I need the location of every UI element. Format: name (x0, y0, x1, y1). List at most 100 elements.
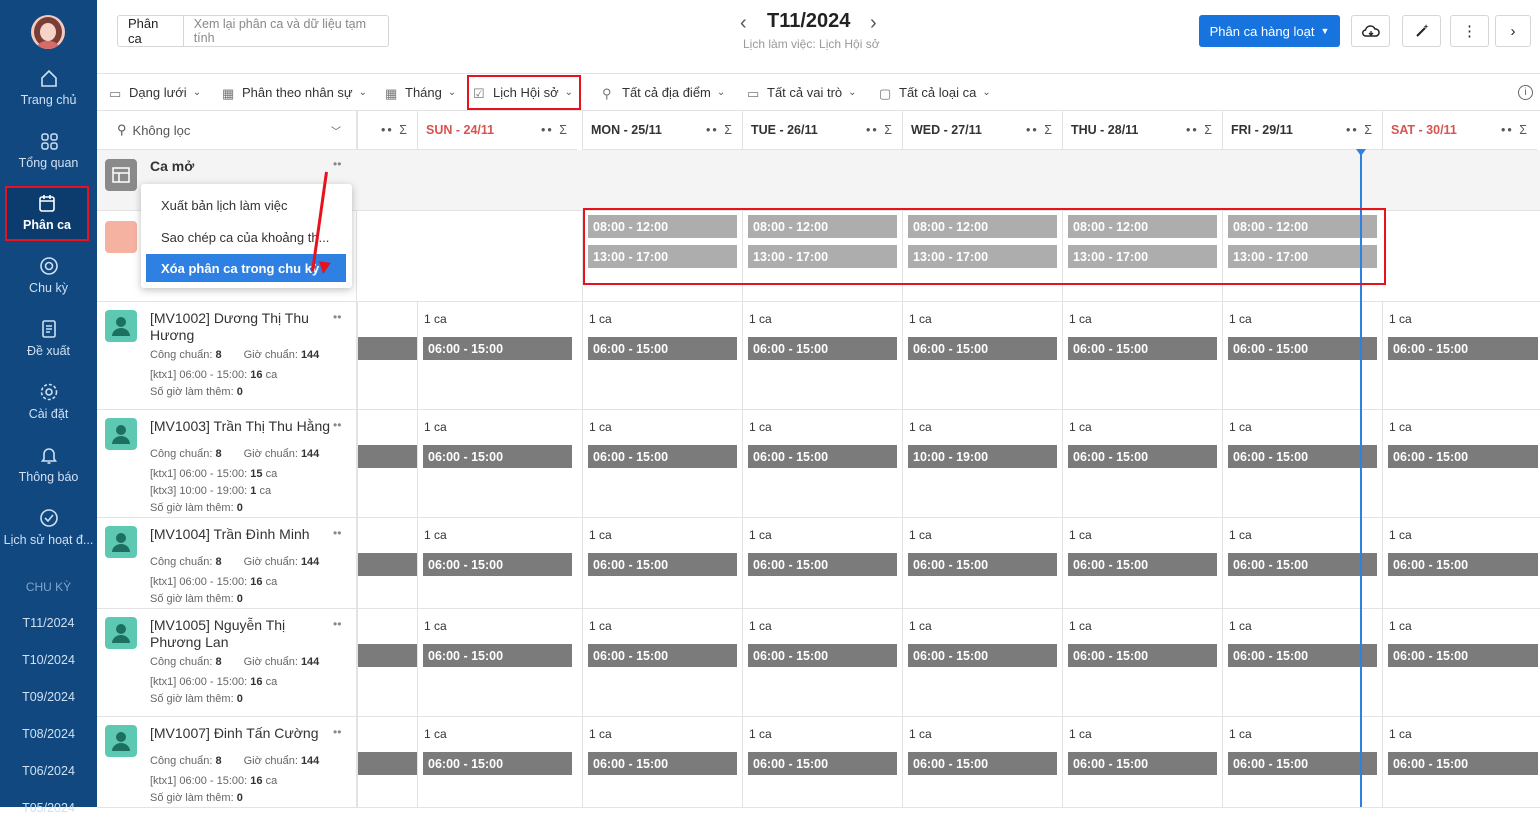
shift-block[interactable]: 06:00 - 15:00 (1228, 445, 1377, 468)
day-header-tools[interactable]: •• Σ (706, 123, 734, 137)
shift-block[interactable]: 06:00 - 15:00 (588, 752, 737, 775)
menu-copy-shifts[interactable]: Sao chép ca của khoảng th... (141, 223, 352, 251)
info-icon[interactable]: i (1518, 85, 1533, 100)
home-icon (40, 69, 57, 87)
nav-item-6[interactable]: Thông báo (0, 440, 97, 496)
user-avatar[interactable] (31, 15, 65, 49)
employee-row: [MV1007] Đinh Tấn Cường •• Công chuẩn: 8 Gi… (97, 717, 1540, 808)
shift-block[interactable] (358, 445, 417, 468)
shift-block[interactable]: 06:00 - 15:00 (1388, 445, 1538, 468)
employee-name[interactable]: [MV1004] Trần Đình Minh (150, 526, 340, 543)
nav-item-3[interactable]: Chu kỳ (0, 251, 97, 307)
employee-name[interactable]: [MV1003] Trần Thị Thu Hằng (150, 418, 340, 435)
expand-panel-button[interactable]: › (1495, 15, 1531, 47)
shift-block[interactable]: 06:00 - 15:00 (423, 445, 572, 468)
employee-name[interactable]: [MV1002] Dương Thị Thu Hương (150, 310, 340, 344)
toolbar-filter-1[interactable]: ▦ Phân theo nhân sự ⌄ (222, 74, 367, 111)
bulk-assign-button[interactable]: Phân ca hàng loạt ▼ (1199, 15, 1340, 47)
more-options-button[interactable]: ⋮ (1450, 15, 1489, 47)
shift-block[interactable]: 06:00 - 15:00 (588, 644, 737, 667)
toolbar-filter-0[interactable]: ▭ Dạng lưới ⌄ (109, 74, 201, 111)
prev-month-icon[interactable]: ‹ (740, 12, 747, 35)
shift-block[interactable]: 06:00 - 15:00 (1228, 553, 1377, 576)
day-header-tools[interactable]: •• Σ (541, 123, 569, 137)
day-header-tools[interactable]: •• Σ (1026, 123, 1054, 137)
toolbar-filter-6[interactable]: ▢ Tất cả loại ca ⌄ (879, 74, 991, 111)
nav-item-1[interactable]: Tổng quan (0, 126, 97, 182)
nav-item-7[interactable]: Lịch sử hoạt đ... (0, 503, 97, 559)
shift-block[interactable]: 06:00 - 15:00 (1228, 644, 1377, 667)
day-header-label: MON - 25/11 (591, 123, 662, 137)
period-item[interactable]: T05/2024 (0, 801, 97, 815)
shift-block[interactable]: 06:00 - 15:00 (423, 337, 572, 360)
row-more-icon[interactable]: •• (333, 617, 341, 631)
shift-block[interactable]: 06:00 - 15:00 (748, 337, 897, 360)
toolbar-filter-4[interactable]: ⚲ Tất cả địa điểm ⌄ (602, 74, 725, 111)
shift-block[interactable]: 06:00 - 15:00 (908, 553, 1057, 576)
shift-block[interactable]: 06:00 - 15:00 (588, 553, 737, 576)
nav-item-0[interactable]: Trang chủ (0, 63, 97, 119)
nav-item-2[interactable]: Phân ca (5, 186, 89, 241)
shift-block[interactable]: 06:00 - 15:00 (1068, 445, 1217, 468)
shift-block[interactable]: 10:00 - 19:00 (908, 445, 1057, 468)
shift-summary-unit: ca (265, 676, 278, 688)
shift-block[interactable]: 06:00 - 15:00 (1388, 752, 1538, 775)
day-cell: 1 ca 06:00 - 15:00 (417, 717, 577, 808)
day-header-tools[interactable]: •• Σ (1501, 123, 1529, 137)
toolbar-filter-label: Tháng (405, 85, 442, 100)
segment-assign-tab[interactable]: Phân ca (118, 16, 184, 46)
shift-block[interactable]: 06:00 - 15:00 (748, 644, 897, 667)
day-header-tools[interactable]: •• Σ (1346, 123, 1374, 137)
shift-block[interactable]: 06:00 - 15:00 (748, 445, 897, 468)
magic-wand-button[interactable] (1402, 15, 1441, 47)
shift-block[interactable]: 06:00 - 15:00 (588, 337, 737, 360)
shift-block[interactable]: 06:00 - 15:00 (1388, 644, 1538, 667)
toolbar-filter-5[interactable]: ▭ Tất cả vai trò ⌄ (747, 74, 857, 111)
row-more-icon[interactable]: •• (333, 310, 341, 324)
period-item[interactable]: T10/2024 (0, 653, 97, 667)
row-more-icon[interactable]: •• (333, 526, 341, 540)
period-item[interactable]: T08/2024 (0, 727, 97, 741)
shift-block[interactable] (358, 337, 417, 360)
shift-block[interactable]: 06:00 - 15:00 (1228, 337, 1377, 360)
shift-block[interactable]: 06:00 - 15:00 (423, 553, 572, 576)
cloud-sync-button[interactable] (1351, 15, 1390, 47)
shift-block[interactable]: 06:00 - 15:00 (1068, 553, 1217, 576)
shift-block[interactable] (358, 644, 417, 667)
shift-block[interactable]: 06:00 - 15:00 (423, 752, 572, 775)
period-item[interactable]: T09/2024 (0, 690, 97, 704)
next-month-icon[interactable]: › (870, 12, 877, 35)
shift-block[interactable]: 06:00 - 15:00 (748, 752, 897, 775)
shift-count: 1 ca (424, 420, 447, 434)
shift-block[interactable]: 06:00 - 15:00 (748, 553, 897, 576)
shift-block[interactable]: 06:00 - 15:00 (908, 644, 1057, 667)
shift-block[interactable] (358, 553, 417, 576)
shift-block[interactable]: 06:00 - 15:00 (908, 337, 1057, 360)
shift-block[interactable]: 06:00 - 15:00 (1068, 752, 1217, 775)
period-item[interactable]: T11/2024 (0, 616, 97, 630)
toolbar-filter-2[interactable]: ▦ Tháng ⌄ (385, 74, 456, 111)
nav-item-4[interactable]: Đề xuất (0, 314, 97, 370)
shift-block[interactable]: 06:00 - 15:00 (1068, 337, 1217, 360)
day-header-tools[interactable]: •• Σ (1186, 123, 1214, 137)
partial-cell (357, 302, 417, 410)
nav-item-5[interactable]: Cài đặt (0, 377, 97, 433)
shift-block[interactable]: 06:00 - 15:00 (588, 445, 737, 468)
row-more-icon[interactable]: •• (333, 418, 341, 432)
shift-block[interactable] (358, 752, 417, 775)
shift-block[interactable]: 06:00 - 15:00 (908, 752, 1057, 775)
day-header-tools[interactable]: •• Σ (866, 123, 894, 137)
segment-review-tab[interactable]: Xem lại phân ca và dữ liệu tạm tính (184, 17, 388, 45)
employee-name[interactable]: [MV1007] Đinh Tấn Cường (150, 725, 340, 742)
shift-block[interactable]: 06:00 - 15:00 (1388, 337, 1538, 360)
row-more-icon[interactable]: •• (333, 725, 341, 739)
menu-delete-period-shifts[interactable]: Xóa phân ca trong chu kỳ (146, 254, 346, 282)
employee-name[interactable]: [MV1005] Nguyễn Thị Phương Lan (150, 617, 340, 651)
shift-count: 1 ca (1229, 312, 1252, 326)
shift-block[interactable]: 06:00 - 15:00 (1228, 752, 1377, 775)
shift-block[interactable]: 06:00 - 15:00 (1068, 644, 1217, 667)
shift-block[interactable]: 06:00 - 15:00 (1388, 553, 1538, 576)
shift-block[interactable]: 06:00 - 15:00 (423, 644, 572, 667)
period-item[interactable]: T06/2024 (0, 764, 97, 778)
row-more-icon[interactable]: •• (333, 157, 341, 171)
